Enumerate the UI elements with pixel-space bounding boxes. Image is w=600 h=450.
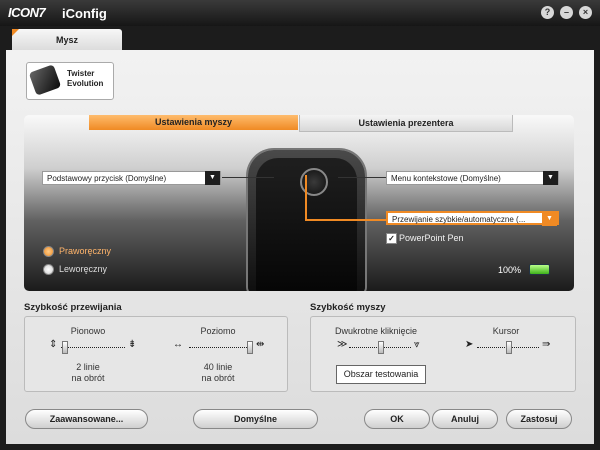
mouse-speed-box: Dwukrotne kliknięcie ≫ ⩔ Kursor ➤ ⇛ Obsz… [310,316,576,392]
help-button[interactable]: ? [541,6,554,19]
subtab-presenter-settings[interactable]: Ustawienia prezentera [299,115,513,132]
scroll-connector-vertical [305,175,307,220]
chevron-down-icon: ▼ [543,171,558,185]
app-window: ICON7 iConfig ? – × Mysz Twister Evoluti… [0,0,600,450]
right-handed-radio[interactable] [43,246,54,257]
minimize-button[interactable]: – [560,6,573,19]
close-button[interactable]: × [579,6,592,19]
advanced-button[interactable]: Zaawansowane... [25,409,148,429]
horizontal-scroll-label: Poziomo [200,326,236,336]
vertical-scroll-value: 2 linie [76,362,100,372]
double-click-fast-icon: ⩔ [414,339,420,350]
mouse-device-icon [28,64,62,96]
horizontal-fast-icon: ⇹ [256,339,265,350]
scroll-speed-box: Pionowo ⇕ ⇟ 2 linie na obrót Poziomo ↔ ⇹… [24,316,288,392]
mouse-speed-title: Szybkość myszy [310,302,386,313]
vertical-scroll-unit: na obrót [71,373,105,383]
scroll-speed-title: Szybkość przewijania [24,302,122,313]
mouse-settings-panel: Ustawienia myszy Ustawienia prezentera P… [24,115,574,291]
defaults-button[interactable]: Domyślne [193,409,318,429]
right-button-connector [338,177,386,178]
left-button-connector [222,177,274,178]
window-title: iConfig [62,6,107,21]
scroll-connector-horizontal [305,219,387,221]
right-button-value: Menu kontekstowe (Domyślne) [391,174,501,183]
cancel-button[interactable]: Anuluj [432,409,498,429]
powerpoint-pen-label: PowerPoint Pen [399,233,464,243]
title-bar[interactable]: ICON7 iConfig ? – × [0,0,600,26]
horizontal-slow-icon: ↔ [173,339,183,350]
brand-logo: ICON7 [8,5,46,20]
battery-level-text: 100% [498,265,522,275]
cursor-fast-icon: ⇛ [542,339,551,350]
chevron-down-icon: ▼ [205,171,220,185]
device-name: Twister Evolution [67,69,104,88]
vertical-fast-icon: ⇟ [128,339,137,350]
apply-button[interactable]: Zastosuj [506,409,572,429]
cursor-speed-thumb[interactable] [506,341,512,354]
powerpoint-pen-checkbox[interactable]: ✓ [386,233,397,244]
double-click-thumb[interactable] [378,341,384,354]
left-handed-label: Leworęczny [59,264,108,274]
horizontal-scroll-value: 40 linie [203,362,233,372]
vertical-scroll-thumb[interactable] [62,341,68,354]
main-content: Twister Evolution Ustawienia myszy Ustaw… [6,50,594,444]
right-handed-label: Praworęczny [59,246,112,256]
device-selector[interactable]: Twister Evolution [26,62,114,100]
scroll-button-dropdown[interactable]: Przewijanie szybkie/automatyczne (... ▼ [386,211,559,226]
horizontal-scroll-unit: na obrót [201,373,235,383]
horizontal-scroll-track[interactable] [189,347,253,349]
subtab-mouse-settings[interactable]: Ustawienia myszy [89,115,298,130]
left-handed-radio[interactable] [43,264,54,275]
tab-mysz[interactable]: Mysz [12,29,122,50]
chevron-down-icon: ▼ [542,212,557,226]
cursor-speed-label: Kursor [492,326,520,336]
cursor-slow-icon: ➤ [465,339,474,350]
double-click-label: Dwukrotne kliknięcie [334,326,418,336]
vertical-scroll-label: Pionowo [70,326,106,336]
right-button-dropdown[interactable]: Menu kontekstowe (Domyślne) ▼ [386,171,559,185]
tab-corner-accent [12,29,19,36]
left-button-value: Podstawowy przycisk (Domyślne) [47,174,167,183]
test-area-button[interactable]: Obszar testowania [336,365,426,384]
vertical-slow-icon: ⇕ [49,339,58,350]
battery-icon [529,264,550,275]
left-button-dropdown[interactable]: Podstawowy przycisk (Domyślne) ▼ [42,171,221,185]
horizontal-scroll-thumb[interactable] [247,341,253,354]
double-click-slow-icon: ≫ [337,339,348,350]
ok-button[interactable]: OK [364,409,430,429]
scroll-button-value: Przewijanie szybkie/automatyczne (... [392,215,526,224]
tab-bar: Mysz [0,26,600,50]
vertical-scroll-track[interactable] [61,347,125,349]
